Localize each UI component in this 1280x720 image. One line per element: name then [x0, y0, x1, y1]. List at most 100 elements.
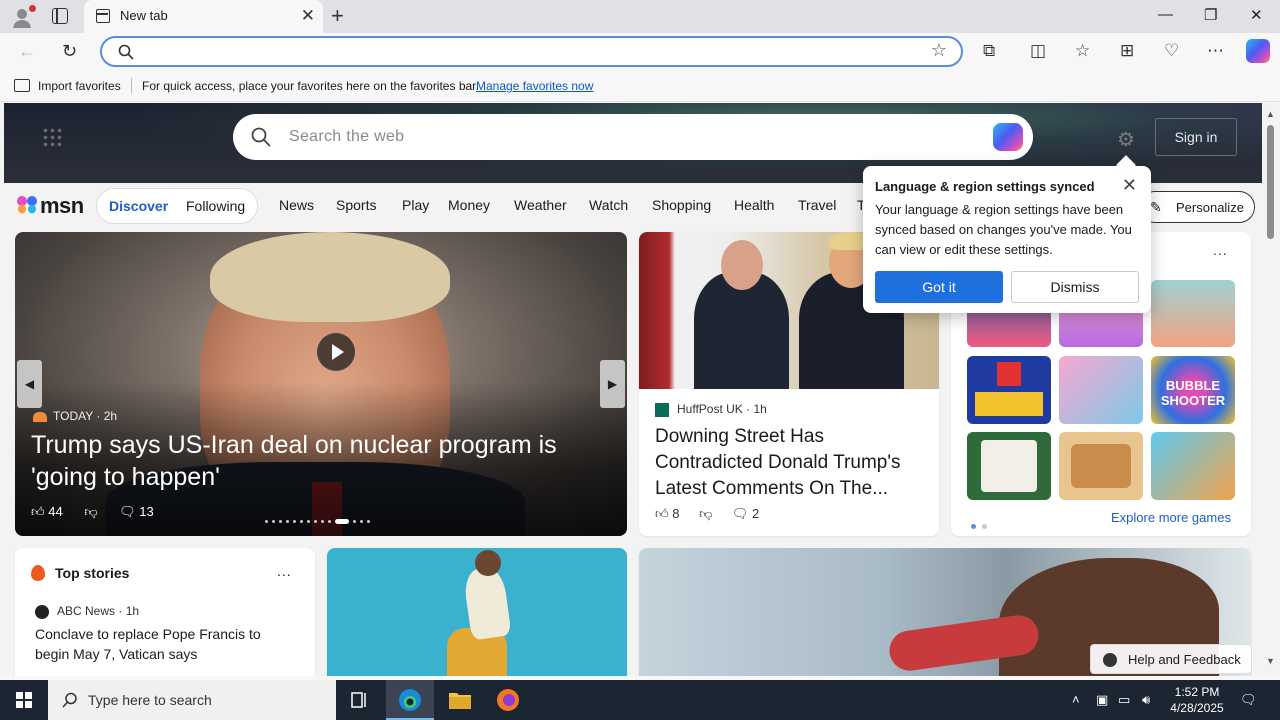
tab-following[interactable]: Following — [186, 198, 245, 214]
scroll-up-icon[interactable]: ▲ — [1266, 109, 1275, 119]
category-shopping[interactable]: Shopping — [652, 197, 711, 213]
tab-discover[interactable]: Discover — [109, 198, 168, 214]
got-it-button[interactable]: Got it — [875, 271, 1003, 303]
volume-icon[interactable]: 🔊︎ — [1142, 692, 1150, 708]
hero-news-card[interactable]: ◀ ▶ TODAY · 2h Trump says US-Iran deal o… — [15, 232, 627, 536]
scroll-down-icon[interactable]: ▼ — [1266, 656, 1275, 666]
huffpost-headline[interactable]: Downing Street Has Contradicted Donald T… — [655, 424, 927, 502]
settings-synced-popup: Language & region settings synced ✕ Your… — [863, 166, 1151, 313]
bubble-shooter-label: BUBBLE SHOOTER — [1160, 378, 1226, 408]
network-device-icon[interactable]: ▣ — [1096, 692, 1108, 708]
help-feedback-button[interactable]: Help and Feedback — [1090, 644, 1252, 674]
game-tile-6[interactable]: BUBBLE SHOOTER — [1151, 356, 1235, 424]
collections-icon[interactable]: ⊞ — [1120, 41, 1134, 61]
title-bar: New tab ✕ + — ❐ ✕ — [0, 0, 1280, 33]
hero-headline[interactable]: Trump says US-Iran deal on nuclear progr… — [31, 429, 591, 493]
back-arrow-icon[interactable]: ← — [18, 40, 36, 62]
comment-icon[interactable]: 🗨︎ — [732, 506, 749, 521]
msn-logo[interactable]: msn — [16, 191, 86, 219]
profile-avatar-icon[interactable] — [10, 5, 36, 29]
settings-gear-icon[interactable]: ⚙ — [1117, 127, 1135, 152]
personalize-button[interactable]: ✎ Personalize — [1139, 191, 1255, 223]
split-screen-icon[interactable]: ◫ — [1030, 41, 1046, 61]
game-tile-7[interactable] — [967, 432, 1051, 500]
category-sports[interactable]: Sports — [336, 197, 376, 213]
app-launcher-icon[interactable] — [42, 127, 62, 147]
favorites-icon[interactable]: ☆ — [1075, 41, 1090, 61]
games-more-options-button[interactable]: ... — [1213, 242, 1228, 258]
like-icon[interactable]: 👍︎ — [31, 504, 45, 519]
scroll-thumb[interactable] — [1267, 125, 1274, 239]
sign-in-button[interactable]: Sign in — [1155, 118, 1237, 156]
abc-news-logo-icon — [35, 604, 49, 619]
story-source: ABC News · 1h — [35, 604, 139, 619]
start-windows-icon[interactable] — [16, 692, 32, 708]
page-scrollbar[interactable]: ▲ ▼ — [1262, 103, 1280, 676]
comment-icon[interactable]: 🗨︎ — [119, 504, 136, 519]
like-count: 8 — [672, 506, 680, 521]
new-tab-button[interactable]: + — [331, 3, 344, 29]
carousel-next-button[interactable]: ▶ — [600, 360, 625, 408]
taskbar-search-box[interactable]: Type here to search — [48, 680, 336, 720]
play-video-button[interactable] — [317, 333, 355, 371]
more-menu-icon[interactable]: ⋯ — [1207, 41, 1224, 61]
category-news[interactable]: News — [279, 197, 314, 213]
today-logo-icon — [33, 411, 47, 422]
file-explorer-icon[interactable] — [436, 680, 484, 720]
manage-favorites-link[interactable]: Manage favorites now — [476, 79, 593, 93]
popup-body: Your language & region settings have bee… — [875, 202, 1132, 257]
web-search-box[interactable]: Search the web — [233, 114, 1033, 160]
copilot-icon[interactable] — [993, 123, 1023, 151]
tab-new-tab[interactable]: New tab ✕ — [84, 0, 323, 33]
top-stories-more-button[interactable]: ... — [277, 563, 292, 579]
import-favorites-button[interactable]: Import favorites — [38, 79, 121, 93]
extensions-icon[interactable]: ⧉ — [983, 41, 995, 61]
browser-essentials-icon[interactable]: ♡ — [1164, 41, 1179, 61]
source-name: TODAY — [53, 409, 94, 423]
game-tile-8[interactable] — [1059, 432, 1143, 500]
search-placeholder: Search the web — [289, 128, 405, 145]
top-stories-card: Top stories ... ABC News · 1h Conclave t… — [15, 548, 315, 676]
firefox-icon[interactable] — [484, 680, 532, 720]
show-hidden-icons-icon[interactable]: ˄ — [1072, 692, 1080, 707]
favorites-hint: For quick access, place your favorites h… — [142, 79, 479, 93]
category-travel[interactable]: Travel — [798, 197, 836, 213]
story-headline[interactable]: Conclave to replace Pope Francis to begi… — [35, 624, 295, 664]
import-favorites-icon[interactable] — [14, 79, 30, 92]
carousel-indicator — [265, 513, 374, 525]
dismiss-button[interactable]: Dismiss — [1011, 271, 1139, 303]
game-tile-4[interactable] — [967, 356, 1051, 424]
task-view-icon[interactable] — [336, 680, 384, 720]
game-tile-3[interactable] — [1151, 280, 1235, 347]
refresh-icon[interactable]: ↻ — [62, 40, 77, 62]
personalize-label: Personalize — [1176, 200, 1244, 215]
category-money[interactable]: Money — [448, 197, 490, 213]
tab-close-button[interactable]: ✕ — [301, 6, 315, 26]
source-name: ABC News — [57, 604, 116, 618]
game-tile-5[interactable] — [1059, 356, 1143, 424]
category-watch[interactable]: Watch — [589, 197, 628, 213]
restore-button[interactable]: ❐ — [1204, 6, 1217, 24]
notifications-icon[interactable]: 🗨︎ — [1240, 692, 1257, 708]
network-icon[interactable]: ▭ — [1118, 692, 1130, 708]
copilot-icon[interactable] — [1246, 39, 1270, 63]
close-window-button[interactable]: ✕ — [1250, 6, 1263, 24]
favorite-star-icon[interactable]: ☆ — [931, 40, 947, 61]
edge-taskbar-icon[interactable] — [386, 680, 434, 720]
carousel-previous-button[interactable]: ◀ — [17, 360, 42, 408]
category-play[interactable]: Play — [402, 197, 429, 213]
ad-image-card[interactable] — [327, 548, 627, 676]
huffpost-logo-icon — [655, 402, 669, 417]
dislike-icon[interactable]: 👎︎ — [699, 506, 712, 521]
system-clock[interactable]: 1:52 PM 4/28/2025 — [1162, 684, 1232, 716]
tab-actions-icon[interactable] — [52, 8, 68, 24]
address-bar[interactable]: ☆ — [100, 36, 963, 67]
popup-close-icon[interactable]: ✕ — [1122, 175, 1137, 195]
dislike-icon[interactable]: 👎︎ — [84, 504, 97, 519]
like-icon[interactable]: 👍︎ — [655, 506, 669, 521]
game-tile-9[interactable] — [1151, 432, 1235, 500]
minimize-button[interactable]: — — [1158, 6, 1173, 23]
explore-more-games-link[interactable]: Explore more games — [1111, 510, 1231, 525]
category-health[interactable]: Health — [734, 197, 774, 213]
category-weather[interactable]: Weather — [514, 197, 567, 213]
